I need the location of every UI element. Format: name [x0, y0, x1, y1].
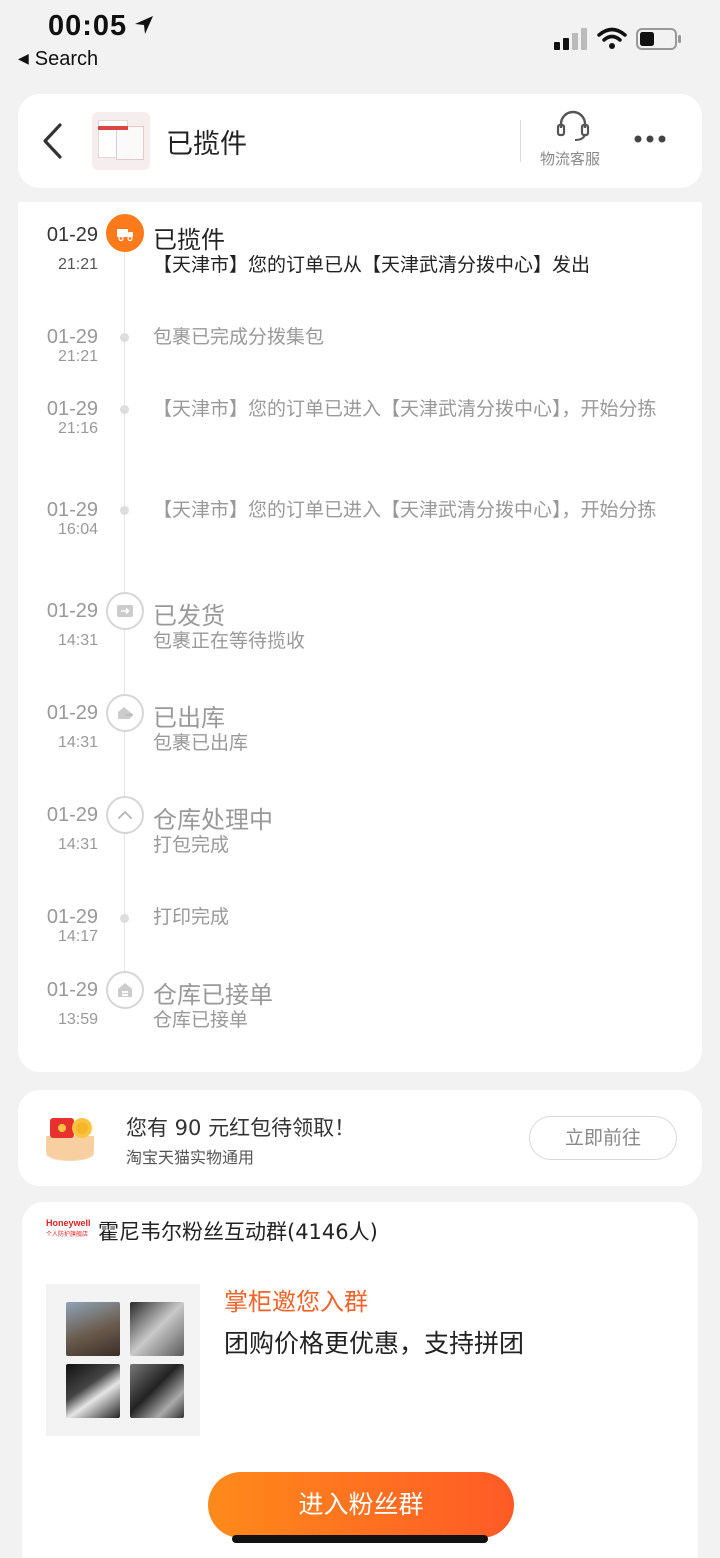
timeline-dot	[120, 333, 129, 342]
timeline-title: 已出库	[153, 704, 225, 732]
thumbnail-box	[116, 126, 144, 160]
timeline-date: 01-29	[46, 600, 98, 622]
timeline-text: 包裹已出库	[153, 732, 249, 754]
chevron-up-icon	[106, 796, 144, 834]
timeline-date: 01-29	[46, 804, 98, 826]
timeline-time: 14:31	[57, 632, 98, 649]
brand-logo-sub: 个人防护旗舰店	[46, 1231, 89, 1238]
avatar	[130, 1302, 184, 1356]
timeline-date: 01-29	[46, 702, 98, 724]
timeline-dot	[120, 914, 129, 923]
back-arrow-icon[interactable]	[40, 122, 66, 160]
timeline-date: 01-29	[46, 326, 98, 348]
timeline-time: 21:21	[57, 348, 98, 365]
customer-service-label: 物流客服	[540, 150, 601, 168]
home-indicator[interactable]	[232, 1535, 488, 1543]
back-to-search-link[interactable]: ◀ Search	[18, 48, 98, 71]
go-now-button[interactable]: 立即前往	[529, 1116, 677, 1160]
timeline-time: 21:21	[57, 256, 98, 273]
avatar	[130, 1364, 184, 1418]
back-to-search-label: Search	[34, 48, 99, 70]
timeline-time: 14:17	[57, 928, 98, 945]
timeline-title: 仓库处理中	[153, 806, 273, 834]
header-divider	[520, 120, 521, 162]
fan-group-card: Honeywell 个人防护旗舰店 霍尼韦尔粉丝互动群(4146人) 掌柜邀您入…	[22, 1202, 698, 1558]
avatar	[66, 1364, 120, 1418]
join-fan-group-button[interactable]: 进入粉丝群	[208, 1472, 514, 1538]
timeline-date: 01-29	[46, 906, 98, 928]
red-packet-title: 您有 90 元红包待领取！	[126, 1116, 356, 1140]
timeline-dot	[120, 506, 129, 515]
status-bar: 00:05 ◀ Search	[0, 0, 720, 80]
brand-logo-text: Honeywell	[46, 1218, 91, 1228]
page-title: 已揽件	[166, 129, 247, 160]
red-packet-icon	[46, 1118, 94, 1161]
timeline-time: 14:31	[57, 734, 98, 751]
location-arrow-icon	[135, 16, 153, 34]
timeline-date: 01-29	[46, 979, 98, 1001]
timeline-text: 打包完成	[153, 834, 230, 856]
shipped-icon	[106, 592, 144, 630]
invite-description: 团购价格更优惠，支持拼团	[224, 1329, 525, 1358]
avatar	[66, 1302, 120, 1356]
headset-icon	[556, 110, 590, 141]
timeline-title: 已发货	[153, 602, 225, 630]
red-packet-banner[interactable]: 您有 90 元红包待领取！ 淘宝天猫实物通用 立即前往	[18, 1090, 702, 1186]
brand-logo: Honeywell 个人防护旗舰店	[46, 1218, 91, 1238]
cellular-signal-icon	[554, 28, 587, 50]
thumbnail-stripe	[98, 126, 128, 130]
timeline-text: 包裹正在等待揽收	[153, 630, 306, 652]
battery-icon	[636, 28, 681, 50]
wifi-icon	[597, 27, 627, 49]
timeline-text: 打印完成	[153, 906, 230, 928]
timeline-time: 16:04	[57, 521, 98, 538]
logistics-timeline: 01-29 21:21 已揽件 【天津市】您的订单已从【天津武清分拨中心】发出 …	[18, 202, 702, 1072]
header-bar: 已揽件 物流客服	[18, 94, 702, 188]
status-time: 00:05	[48, 10, 128, 42]
warehouse-icon	[106, 971, 144, 1009]
back-triangle-icon: ◀	[18, 50, 29, 66]
timeline-dot	[120, 405, 129, 414]
product-thumbnail[interactable]	[92, 112, 150, 170]
timeline-text: 【天津市】您的订单已进入【天津武清分拨中心】，开始分拣	[153, 398, 657, 420]
group-name: 霍尼韦尔粉丝互动群(4146人)	[98, 1220, 378, 1244]
invite-title: 掌柜邀您入群	[224, 1288, 368, 1316]
timeline-text: 包裹已完成分拨集包	[153, 326, 325, 348]
timeline-text: 【天津市】您的订单已进入【天津武清分拨中心】，开始分拣	[153, 499, 657, 521]
timeline-text: 仓库已接单	[153, 1009, 249, 1031]
timeline-date: 01-29	[46, 398, 98, 420]
timeline-time: 14:31	[57, 836, 98, 853]
timeline-date: 01-29	[46, 499, 98, 521]
timeline-time: 13:59	[57, 1011, 98, 1028]
group-avatar-grid	[46, 1284, 200, 1436]
truck-icon	[106, 214, 144, 252]
timeline-text: 【天津市】您的订单已从【天津武清分拨中心】发出	[153, 254, 591, 276]
more-options-icon[interactable]	[634, 134, 666, 144]
timeline-time: 21:16	[57, 420, 98, 437]
red-packet-subtitle: 淘宝天猫实物通用	[126, 1148, 255, 1167]
timeline-title: 仓库已接单	[153, 981, 273, 1009]
timeline-date: 01-29	[46, 224, 98, 246]
outbound-icon	[106, 694, 144, 732]
timeline-title: 已揽件	[153, 226, 225, 254]
